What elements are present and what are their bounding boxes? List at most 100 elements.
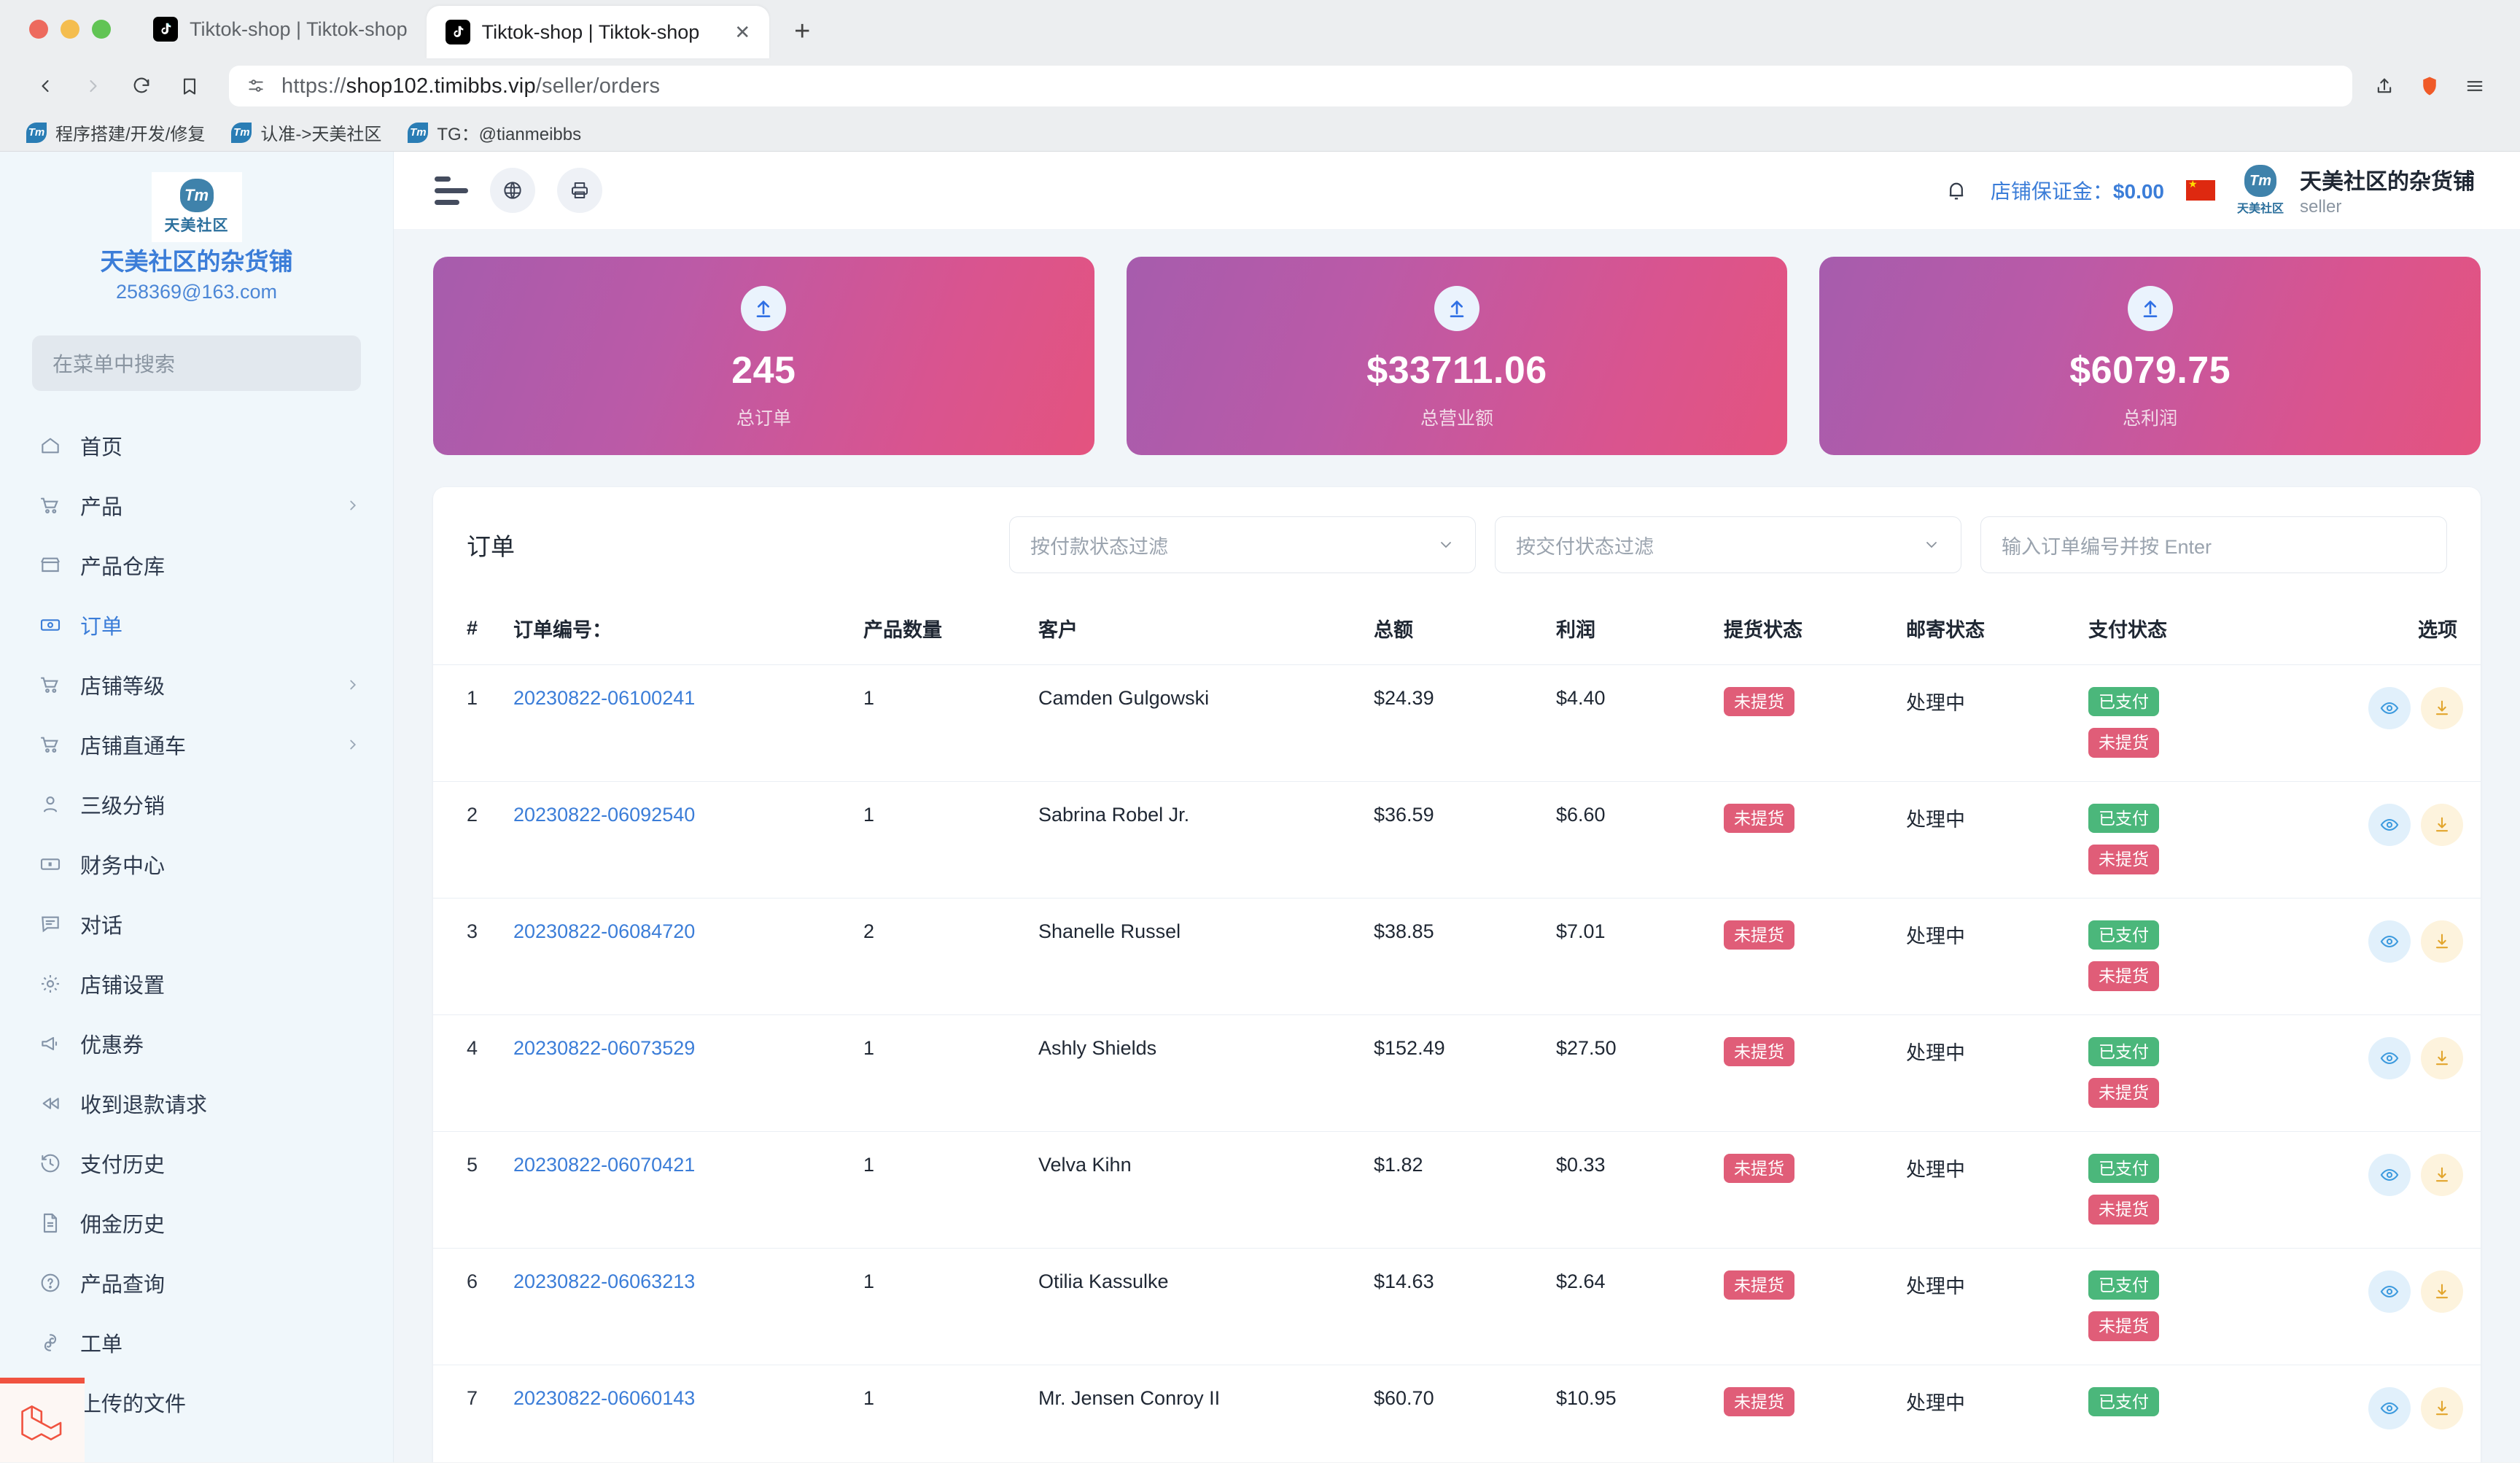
download-order-icon[interactable] xyxy=(2421,1270,2463,1313)
bookmark-button[interactable] xyxy=(169,66,210,106)
sidebar-item-finance-center[interactable]: 财务中心 xyxy=(0,834,393,894)
quantity-cell: 1 xyxy=(863,1014,1038,1132)
order-number-link[interactable]: 20230822-06073529 xyxy=(513,1037,695,1059)
page-title: 订单 xyxy=(467,533,515,560)
sidebar-item-tickets[interactable]: 工单 xyxy=(0,1313,393,1373)
payment-status-badge: 未提货 xyxy=(2088,845,2159,874)
megaphone-icon xyxy=(38,1031,63,1056)
order-number-search-input[interactable]: 输入订单编号并按 Enter xyxy=(1980,516,2447,573)
app-topbar: 店铺保证金：$0.00 Tm 天美社区 天美社区的杂货铺 seller xyxy=(394,152,2520,229)
bookmark-item[interactable]: Tm TG：@tianmeibbs xyxy=(408,120,581,145)
main-area: 店铺保证金：$0.00 Tm 天美社区 天美社区的杂货铺 seller xyxy=(394,152,2520,1462)
table-row: 1 20230822-06100241 1 Camden Gulgowski $24.3… xyxy=(433,664,2481,782)
row-index: 1 xyxy=(433,664,513,782)
sidebar-toggle-icon[interactable] xyxy=(435,176,468,205)
address-bar[interactable]: https://shop102.timibbs.vip/seller/order… xyxy=(229,66,2352,106)
shipping-status-cell: 处理中 xyxy=(1906,664,2088,782)
customer-cell: Mr. Jensen Conroy II xyxy=(1038,1365,1374,1462)
order-number-link[interactable]: 20230822-06084720 xyxy=(513,920,695,942)
sidebar-item-commission-history[interactable]: 佣金历史 xyxy=(0,1193,393,1253)
sidebar-item-three-tier-distribution[interactable]: 三级分销 xyxy=(0,775,393,834)
sidebar-item-label: 财务中心 xyxy=(80,854,166,878)
sidebar-item-product-inquiry[interactable]: 产品查询 xyxy=(0,1253,393,1313)
quantity-cell: 1 xyxy=(863,781,1038,899)
sidebar-item-conversations[interactable]: 对话 xyxy=(0,894,393,954)
order-number-cell: 20230822-06063213 xyxy=(513,1248,863,1365)
download-order-icon[interactable] xyxy=(2421,920,2463,963)
sidebar-item-home[interactable]: 首页 xyxy=(0,416,393,476)
payment-status-filter[interactable]: 按付款状态过滤 xyxy=(1009,516,1476,573)
view-order-icon[interactable] xyxy=(2368,1154,2411,1196)
stat-label: 总利润 xyxy=(2123,408,2178,429)
bookmark-item[interactable]: Tm 认准->天美社区 xyxy=(231,120,381,145)
maximize-window-button[interactable] xyxy=(92,20,111,39)
download-order-icon[interactable] xyxy=(2421,1154,2463,1196)
new-tab-button[interactable]: + xyxy=(785,15,819,48)
col-order-number: 订单编号： xyxy=(513,598,863,665)
china-flag-icon[interactable] xyxy=(2186,178,2215,201)
sidebar-item-shop-level[interactable]: 店铺等级 xyxy=(0,655,393,715)
sidebar-item-label: 产品仓库 xyxy=(80,555,166,579)
sidebar-item-shop-settings[interactable]: 店铺设置 xyxy=(0,954,393,1014)
payment-status-badge: 未提货 xyxy=(2088,1311,2159,1341)
bookmark-item[interactable]: Tm 程序搭建/开发/修复 xyxy=(26,120,205,145)
back-button[interactable] xyxy=(25,66,66,106)
pickup-status-cell: 未提货 xyxy=(1724,781,1906,899)
download-order-icon[interactable] xyxy=(2421,1037,2463,1079)
sidebar-item-shop-express[interactable]: 店铺直通车 xyxy=(0,715,393,775)
order-number-link[interactable]: 20230822-06100241 xyxy=(513,687,695,709)
sidebar-item-product-warehouse[interactable]: 产品仓库 xyxy=(0,535,393,595)
customer-cell: Camden Gulgowski xyxy=(1038,664,1374,782)
sidebar-item-coupons[interactable]: 优惠券 xyxy=(0,1014,393,1074)
download-order-icon[interactable] xyxy=(2421,687,2463,729)
shop-name: 天美社区的杂货铺 xyxy=(100,248,293,275)
shipping-status-cell: 处理中 xyxy=(1906,1131,2088,1249)
tm-diamond-icon: Tm xyxy=(2244,165,2276,197)
sidebar-item-orders[interactable]: 订单 xyxy=(0,595,393,655)
view-order-icon[interactable] xyxy=(2368,687,2411,729)
store-icon xyxy=(38,553,63,578)
notifications-bell-icon[interactable] xyxy=(1944,178,1969,203)
sidebar-item-refund-requests[interactable]: 收到退款请求 xyxy=(0,1074,393,1133)
sidebar-item-label: 店铺设置 xyxy=(80,974,166,998)
total-cell: $38.85 xyxy=(1374,898,1556,1015)
profit-cell: $7.01 xyxy=(1556,898,1724,1015)
site-settings-icon[interactable] xyxy=(246,77,265,96)
order-number-link[interactable]: 20230822-06092540 xyxy=(513,804,695,826)
forward-button[interactable] xyxy=(73,66,114,106)
view-order-icon[interactable] xyxy=(2368,1387,2411,1429)
sidebar-item-products[interactable]: 产品 xyxy=(0,476,393,535)
menu-search-input[interactable]: 在菜单中搜索 xyxy=(32,335,361,391)
order-number-link[interactable]: 20230822-06063213 xyxy=(513,1270,695,1292)
sidebar-item-payment-history[interactable]: 支付历史 xyxy=(0,1133,393,1193)
browser-tab-1[interactable]: Tiktok-shop | Tiktok-shop xyxy=(134,0,427,58)
profit-cell: $27.50 xyxy=(1556,1014,1724,1132)
share-button[interactable] xyxy=(2364,66,2405,106)
brave-shields-icon[interactable] xyxy=(2409,66,2450,106)
view-order-icon[interactable] xyxy=(2368,920,2411,963)
browser-tab-2[interactable]: Tiktok-shop | Tiktok-shop ✕ xyxy=(426,6,770,58)
view-order-icon[interactable] xyxy=(2368,1270,2411,1313)
total-cell: $152.49 xyxy=(1374,1014,1556,1132)
user-role: seller xyxy=(2300,197,2342,217)
user-menu[interactable]: Tm 天美社区 天美社区的杂货铺 seller xyxy=(2237,163,2475,217)
download-order-icon[interactable] xyxy=(2421,1387,2463,1429)
browser-menu-button[interactable] xyxy=(2454,66,2495,106)
gear-icon xyxy=(38,971,63,996)
order-number-link[interactable]: 20230822-06060143 xyxy=(513,1387,695,1409)
chevron-right-icon xyxy=(345,737,361,753)
minimize-window-button[interactable] xyxy=(61,20,79,39)
delivery-status-filter[interactable]: 按交付状态过滤 xyxy=(1495,516,1961,573)
language-globe-button[interactable] xyxy=(490,168,535,213)
download-order-icon[interactable] xyxy=(2421,804,2463,846)
close-window-button[interactable] xyxy=(29,20,48,39)
order-number-link[interactable]: 20230822-06070421 xyxy=(513,1154,695,1176)
sidebar-item-label: 三级分销 xyxy=(80,794,166,818)
payment-status-badge: 未提货 xyxy=(2088,1195,2159,1225)
customer-cell: Otilia Kassulke xyxy=(1038,1248,1374,1365)
print-button[interactable] xyxy=(557,168,602,213)
view-order-icon[interactable] xyxy=(2368,1037,2411,1079)
reload-button[interactable] xyxy=(121,66,162,106)
view-order-icon[interactable] xyxy=(2368,804,2411,846)
close-tab-icon[interactable]: ✕ xyxy=(730,20,755,44)
